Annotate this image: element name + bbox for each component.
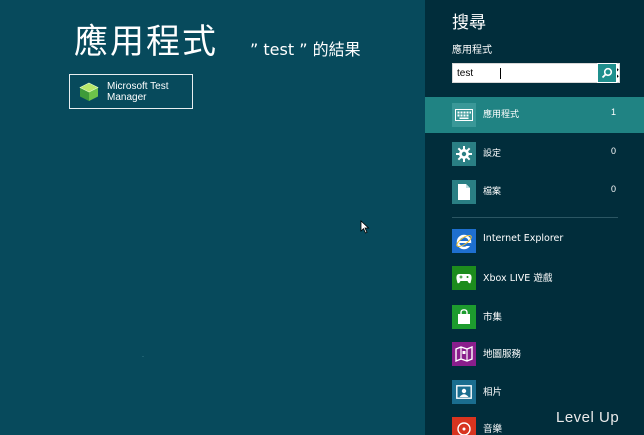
mouse-cursor-icon [360, 220, 370, 234]
scope-label: 檔案 [483, 187, 502, 197]
search-pane-title: 搜尋 [452, 13, 486, 33]
scope-count: 0 [610, 184, 616, 194]
gear-icon [452, 142, 476, 166]
app-item-maps[interactable]: 地圖服務 [425, 342, 644, 372]
results-title: 應用程式 [74, 22, 218, 62]
results-subtitle: ” test ” 的結果 [250, 40, 361, 59]
document-icon [452, 180, 476, 204]
search-pane: 搜尋 應用程式 test 應用程式 1 設定 0 檔案 0 Internet E… [425, 0, 644, 435]
map-icon [452, 342, 476, 366]
scope-label: 應用程式 [483, 110, 520, 120]
app-label: 相片 [483, 387, 503, 398]
scope-item-apps[interactable]: 應用程式 1 [425, 97, 644, 133]
game-controller-icon [452, 266, 476, 290]
result-tile-label: Microsoft Test Manager [107, 80, 169, 103]
scope-count: 1 [610, 107, 616, 117]
search-scope-label: 應用程式 [452, 45, 492, 56]
scope-count: 0 [610, 146, 616, 156]
watermark: Level Up [556, 409, 620, 426]
keyboard-icon [452, 103, 476, 127]
text-caret [500, 68, 501, 79]
scope-label: 設定 [483, 149, 502, 159]
music-icon [452, 417, 476, 435]
start-screen: 應用程式 ” test ” 的結果 Microsoft Test Manager… [0, 0, 644, 435]
scope-item-files[interactable]: 檔案 0 [425, 174, 644, 210]
pane-divider [452, 217, 618, 218]
app-item-store[interactable]: 市集 [425, 305, 644, 335]
search-box [452, 63, 620, 83]
app-item-internet-explorer[interactable]: Internet Explorer [425, 229, 644, 259]
result-tile-microsoft-test-manager[interactable]: Microsoft Test Manager [69, 74, 193, 109]
search-go-button[interactable] [597, 63, 617, 83]
app-item-xbox-live-games[interactable]: Xbox LIVE 遊戲 [425, 266, 644, 296]
test-manager-icon [79, 82, 99, 101]
screen-speck [142, 356, 144, 357]
app-label: Xbox LIVE 遊戲 [483, 273, 553, 284]
app-label: Internet Explorer [483, 233, 564, 244]
scope-item-settings[interactable]: 設定 0 [425, 136, 644, 172]
search-input[interactable] [453, 64, 587, 82]
photo-icon [452, 380, 476, 404]
app-label: 市集 [483, 312, 503, 323]
app-item-photos[interactable]: 相片 [425, 380, 644, 410]
search-icon [601, 67, 613, 79]
app-label: 地圖服務 [483, 349, 522, 360]
app-label: 音樂 [483, 424, 503, 435]
shopping-bag-icon [452, 305, 476, 329]
internet-explorer-icon [452, 229, 476, 253]
